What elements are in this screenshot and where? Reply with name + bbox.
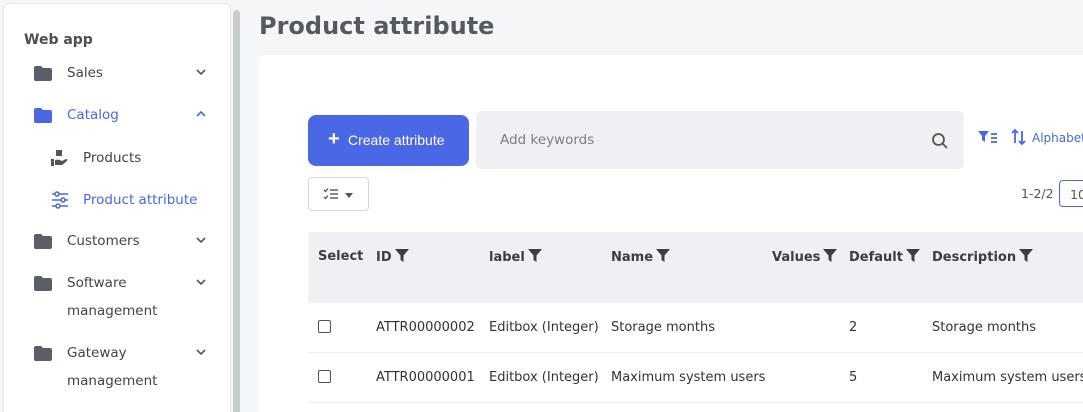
filter-icon[interactable] [905,249,920,262]
sidebar-item-label: Gateway [67,345,127,361]
column-header-label[interactable]: label [489,249,542,265]
sidebar-item-software-management[interactable]: Software management [4,270,232,326]
column-header-select: Select [318,249,364,264]
pagination-info: 1-2/2 [1021,186,1054,201]
cell-id: ATTR00000002 [376,320,475,335]
cell-description: Storage months [932,320,1036,335]
sort-arrows-icon [1011,128,1026,146]
sidebar: Web app Sales Catalog Products Product a… [0,0,244,412]
search-input[interactable] [500,130,920,150]
sidebar-item-sales[interactable]: Sales [4,60,232,88]
table-header: Select ID label Name Values Default Desc… [308,232,1083,303]
create-attribute-label: Create attribute [348,132,445,148]
sidebar-item-label-line2: management [67,373,158,389]
checklist-icon [323,188,338,200]
sidebar-item-label: Software [67,275,127,291]
search-box [476,111,964,169]
folder-icon [34,234,52,249]
table-row[interactable]: ATTR00000001 Editbox (Integer) Maximum s… [308,353,1083,403]
folder-icon [34,276,52,291]
app-title: Web app [24,32,93,48]
plus-icon: + [328,128,340,150]
sidebar-item-label-line2: management [67,303,158,319]
page-size-select[interactable]: 10 [1059,180,1083,207]
create-attribute-button[interactable]: + Create attribute [308,115,469,166]
filter-icon[interactable] [1019,249,1034,262]
sidebar-item-label: Products [83,150,142,166]
bulk-actions-dropdown[interactable] [308,177,369,211]
page-title: Product attribute [259,12,495,40]
folder-icon [34,346,52,361]
sidebar-item-gateway-management[interactable]: Gateway management [4,340,232,396]
cell-default: 2 [849,320,858,335]
hand-box-icon [51,150,68,166]
cell-label: Editbox (Integer) [489,320,599,335]
filter-icon[interactable] [823,249,838,262]
cell-name: Maximum system users [611,370,766,385]
sidebar-item-label: Catalog [67,107,119,123]
chevron-down-icon[interactable] [193,344,209,360]
folder-icon [34,108,52,123]
sidebar-item-products[interactable]: Products [4,144,232,172]
sidebar-item-label: Sales [67,65,103,81]
table-row[interactable]: ATTR00000002 Editbox (Integer) Storage m… [308,303,1083,353]
sidebar-panel: Web app Sales Catalog Products Product a… [3,3,231,412]
cell-name: Storage months [611,320,715,335]
sidebar-item-catalog[interactable]: Catalog [4,102,232,130]
cell-description: Maximum system users [932,370,1083,385]
column-header-name[interactable]: Name [611,249,671,265]
cell-label: Editbox (Integer) [489,370,599,385]
sidebar-item-label: Customers [67,233,140,249]
chevron-down-icon[interactable] [193,232,209,248]
chevron-up-icon[interactable] [193,106,209,122]
column-header-id[interactable]: ID [376,249,409,265]
filter-icon[interactable] [656,249,671,262]
sidebar-item-customers[interactable]: Customers [4,228,232,256]
sidebar-item-product-attribute[interactable]: Product attribute [4,186,232,214]
folder-icon [34,66,52,81]
column-header-description[interactable]: Description [932,249,1034,265]
chevron-down-icon[interactable] [193,274,209,290]
row-select-checkbox[interactable] [318,370,331,383]
row-select-checkbox[interactable] [318,320,331,333]
caret-down-icon [345,193,353,198]
search-icon[interactable] [931,132,949,150]
sidebar-scrollbar[interactable] [233,10,240,412]
filter-icon[interactable] [394,249,409,262]
chevron-down-icon[interactable] [193,64,209,80]
sort-label: Alphabet [1032,131,1083,145]
column-header-default[interactable]: Default [849,249,920,265]
column-header-values[interactable]: Values [772,249,838,265]
sidebar-item-label: Product attribute [83,192,198,208]
filter-icon[interactable] [527,249,542,262]
cell-id: ATTR00000001 [376,370,475,385]
sliders-icon [52,191,68,209]
filter-list-icon[interactable] [978,130,998,146]
cell-default: 5 [849,370,858,385]
